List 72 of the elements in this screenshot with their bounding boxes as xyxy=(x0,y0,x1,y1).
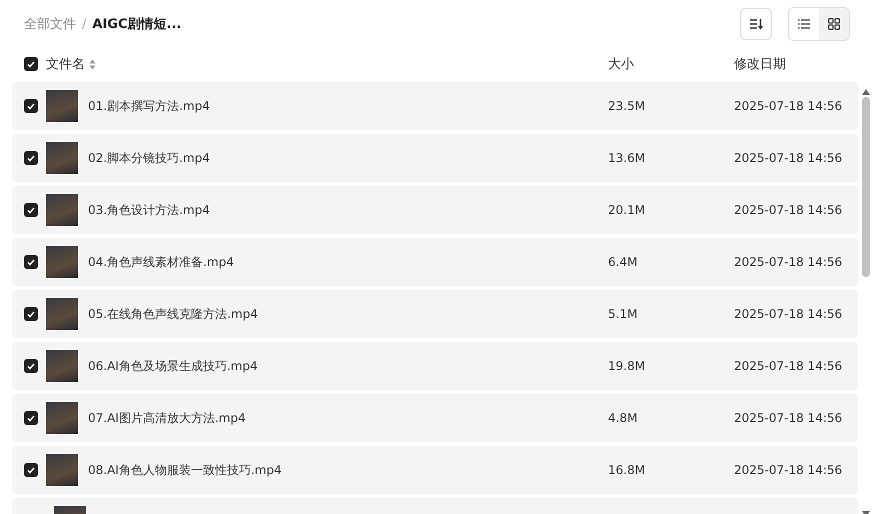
file-name: 03.角色设计方法.mp4 xyxy=(88,202,210,216)
file-name: 04.角色声线素材准备.mp4 xyxy=(88,254,234,268)
checkmark-icon xyxy=(27,258,35,266)
file-row[interactable]: 04.角色声线素材准备.mp4 6.4M 2025-07-18 14:56 xyxy=(12,238,858,286)
select-all-checkbox[interactable] xyxy=(24,57,38,71)
photo-placeholder xyxy=(46,298,78,330)
column-header[interactable]: 文件名 xyxy=(46,55,85,73)
checkmark-icon xyxy=(27,60,35,68)
checkmark-icon xyxy=(27,206,35,214)
modified-date: 2025-07-18 14:56 xyxy=(734,255,842,269)
file-size: 19.8M xyxy=(608,359,646,373)
file-size: 6.4M xyxy=(608,255,638,269)
photo-placeholder xyxy=(46,194,78,226)
column-header[interactable]: 大小 xyxy=(608,55,634,73)
checkmark-icon xyxy=(27,466,35,474)
row-checkbox[interactable] xyxy=(24,359,38,373)
modified-date: 2025-07-18 14:56 xyxy=(734,151,842,165)
modified-date: 2025-07-18 14:56 xyxy=(734,411,842,425)
grid-icon xyxy=(828,18,840,30)
file-row[interactable]: 07.AI图片高清放大方法.mp4 4.8M 2025-07-18 14:56 xyxy=(12,394,858,442)
checkmark-icon xyxy=(27,154,35,162)
file-row[interactable]: 02.脚本分镜技巧.mp4 13.6M 2025-07-18 14:56 xyxy=(12,134,858,182)
photo-placeholder xyxy=(46,454,78,486)
file-name: 07.AI图片高清放大方法.mp4 xyxy=(88,410,246,424)
row-checkbox[interactable] xyxy=(24,307,38,321)
checkmark-icon xyxy=(27,310,35,318)
file-size: 13.6M xyxy=(608,151,646,165)
row-checkbox[interactable] xyxy=(24,99,38,113)
sort-arrows-icon[interactable] xyxy=(89,58,96,70)
file-size: 23.5M xyxy=(608,99,646,113)
modified-date: 2025-07-18 14:56 xyxy=(734,203,842,217)
row-checkbox[interactable] xyxy=(24,151,38,165)
modified-date: 2025-07-18 14:56 xyxy=(734,359,842,373)
file-size: 16.8M xyxy=(608,463,646,477)
file-name: 06.AI角色及场景生成技巧.mp4 xyxy=(88,358,258,372)
checkmark-icon xyxy=(27,362,35,370)
file-row[interactable]: 01.剧本撰写方法.mp4 23.5M 2025-07-18 14:56 xyxy=(12,82,858,130)
file-size: 5.1M xyxy=(608,307,638,321)
checkmark-icon xyxy=(27,414,35,422)
scroll-up-icon[interactable] xyxy=(862,89,870,95)
row-checkbox[interactable] xyxy=(24,203,38,217)
file-name: 08.AI角色人物服装一致性技巧.mp4 xyxy=(88,462,282,476)
breadcrumb-link[interactable]: 全部文件 xyxy=(24,15,76,33)
modified-date: 2025-07-18 14:56 xyxy=(734,463,842,477)
breadcrumb-link[interactable]: AIGC剧情短... xyxy=(92,15,182,33)
row-checkbox[interactable] xyxy=(24,255,38,269)
file-size: 20.1M xyxy=(608,203,646,217)
grid-view-button[interactable] xyxy=(819,8,849,40)
file-name: 02.脚本分镜技巧.mp4 xyxy=(88,150,210,164)
file-row[interactable]: 06.AI角色及场景生成技巧.mp4 19.8M 2025-07-18 14:56 xyxy=(12,342,858,390)
scrollbar-thumb[interactable] xyxy=(862,97,870,277)
row-checkbox[interactable] xyxy=(24,411,38,425)
list-icon xyxy=(798,19,810,29)
sort-button[interactable] xyxy=(740,8,772,40)
photo-placeholder xyxy=(46,350,78,382)
modified-date: 2025-07-18 14:56 xyxy=(734,307,842,321)
photo-placeholder xyxy=(46,246,78,278)
row-checkbox[interactable] xyxy=(24,463,38,477)
breadcrumb-separator: / xyxy=(82,16,86,32)
column-header[interactable]: 修改日期 xyxy=(734,55,786,73)
photo-placeholder xyxy=(46,90,78,122)
sort-icon xyxy=(749,18,763,30)
modified-date: 2025-07-18 14:56 xyxy=(734,99,842,113)
file-row[interactable]: 08.AI角色人物服装一致性技巧.mp4 16.8M 2025-07-18 14:56 xyxy=(12,446,858,494)
checkmark-icon xyxy=(27,102,35,110)
file-size: 4.8M xyxy=(608,411,638,425)
file-row[interactable]: 03.角色设计方法.mp4 20.1M 2025-07-18 14:56 xyxy=(12,186,858,234)
file-name: 01.剧本撰写方法.mp4 xyxy=(88,98,210,112)
file-row[interactable]: 05.在线角色声线克隆方法.mp4 5.1M 2025-07-18 14:56 xyxy=(12,290,858,338)
file-name: 05.在线角色声线克隆方法.mp4 xyxy=(88,306,258,320)
photo-placeholder xyxy=(46,402,78,434)
photo-placeholder xyxy=(46,142,78,174)
